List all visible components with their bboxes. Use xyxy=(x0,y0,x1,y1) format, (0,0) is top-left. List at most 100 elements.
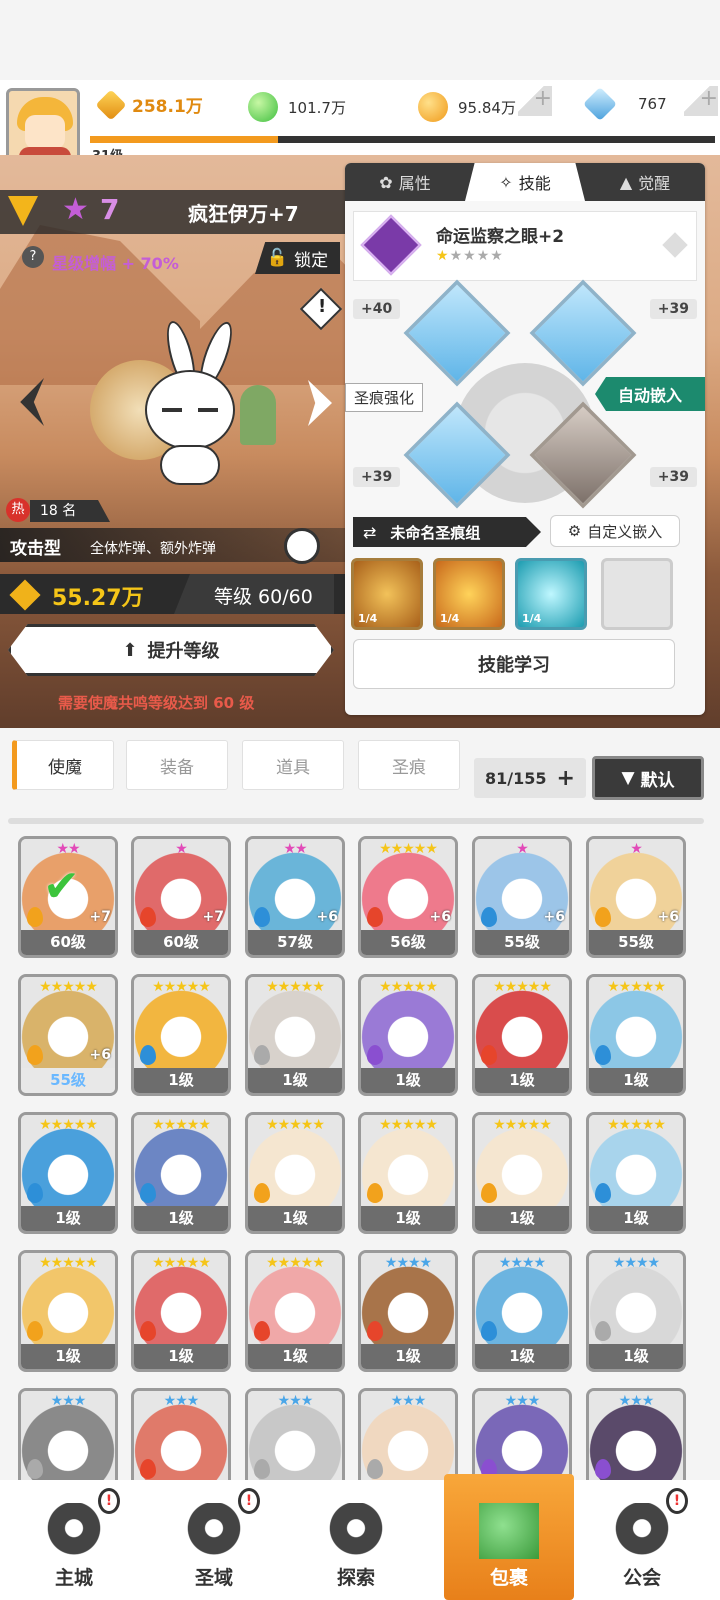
portal-icon xyxy=(184,1503,244,1559)
familiar-card[interactable]: ★★★★★ 1级 xyxy=(472,974,572,1096)
familiar-card[interactable]: ★★ +6 57级 xyxy=(245,836,345,958)
gem-value: 767 xyxy=(638,95,667,113)
nav-label: 公会 xyxy=(622,1567,661,1589)
familiar-card[interactable]: ★★★★★ 1级 xyxy=(131,974,231,1096)
familiar-card[interactable]: ★★★★★ 1级 xyxy=(245,1112,345,1234)
gear-icon: ⚙ xyxy=(567,522,582,540)
tab-awaken[interactable]: ▲ 觉醒 xyxy=(585,163,705,201)
familiar-card[interactable]: ★★★★★ 1级 xyxy=(358,974,458,1096)
familiar-card[interactable]: ★★★★ 1级 xyxy=(586,1250,686,1372)
familiar-card[interactable]: ★★★★★ 1级 xyxy=(586,1112,686,1234)
sort-down-icon: ▼ xyxy=(621,768,635,788)
bomb-skill-slot[interactable]: 1/4 xyxy=(351,558,423,630)
green-orb-value: 101.7万 xyxy=(288,98,346,117)
familiar-stars: ★★★★★ xyxy=(152,1117,211,1133)
upgrade-label: 提升等级 xyxy=(147,641,220,662)
familiar-stars: ★ xyxy=(630,841,643,857)
help-icon[interactable]: ? xyxy=(22,246,44,268)
swap-icon: ⇄ xyxy=(363,522,377,542)
skill-header[interactable]: 命运监察之眼+2 ★★★★★ xyxy=(353,211,697,281)
familiar-stars: ★★★★★ xyxy=(39,1117,98,1133)
nav-bag[interactable]: 包裹 xyxy=(449,1482,569,1600)
lock-button[interactable]: 🔓 锁定 xyxy=(255,242,340,274)
skill-panel: ✿ 属性 ✧ 技能 ▲ 觉醒 命运监察之眼+2 ★★★★★ +40 +39 +39 +… xyxy=(345,163,705,715)
refresh-icon[interactable] xyxy=(284,528,320,564)
familiar-card[interactable]: ★★★★★ 1级 xyxy=(472,1112,572,1234)
sort-label: 默认 xyxy=(640,770,675,791)
familiar-card[interactable]: ★★★★ 1级 xyxy=(358,1250,458,1372)
alert-badge: ! xyxy=(666,1488,688,1514)
element-icon xyxy=(367,1183,383,1203)
sort-button[interactable]: ▼ 默认 xyxy=(592,756,704,800)
familiar-card[interactable]: ★★★★★ 1级 xyxy=(358,1112,458,1234)
familiar-card[interactable]: ★★ +7 ✔ 60级 xyxy=(18,836,118,958)
familiar-level: 1级 xyxy=(248,1206,342,1231)
familiar-card[interactable]: ★★★★★ +6 56级 xyxy=(358,836,458,958)
element-icon xyxy=(27,1183,43,1203)
tab-awaken-label: 觉醒 xyxy=(638,174,671,193)
inventory-count[interactable]: 81/155 + xyxy=(474,758,586,798)
scroll-track[interactable] xyxy=(8,818,704,824)
tab-equipment[interactable]: 装备 xyxy=(126,740,228,790)
tab-items[interactable]: 道具 xyxy=(242,740,344,790)
hero-star-count: 7 xyxy=(100,193,120,226)
learn-skill-button[interactable]: 技能学习 xyxy=(353,639,675,689)
add-gem-button[interactable]: + xyxy=(684,86,718,116)
familiar-card[interactable]: ★★★★★ +6 55级 xyxy=(18,974,118,1096)
element-icon xyxy=(595,1183,611,1203)
familiar-plus: +6 xyxy=(316,909,338,925)
element-icon xyxy=(595,1045,611,1065)
hero-portrait xyxy=(90,318,290,490)
nav-explore[interactable]: 探索 xyxy=(296,1482,416,1600)
power-value: 258.1万 xyxy=(132,97,203,117)
element-icon xyxy=(481,1183,497,1203)
familiar-stars: ★ xyxy=(175,841,188,857)
familiar-card[interactable]: ★★★★★ 1级 xyxy=(131,1112,231,1234)
familiar-card[interactable]: ★★★★★ 1级 xyxy=(586,974,686,1096)
empty-skill-slot[interactable] xyxy=(601,558,673,630)
sword-icon xyxy=(326,1503,386,1559)
element-icon xyxy=(27,1045,43,1065)
familiar-stars: ★★★ xyxy=(50,1393,87,1409)
familiar-card[interactable]: ★★★★★ 1级 xyxy=(18,1250,118,1372)
tab-stigma[interactable]: 圣痕 xyxy=(358,740,460,790)
familiar-card[interactable]: ★★★★★ 1级 xyxy=(245,974,345,1096)
slot-count-1: 1/4 xyxy=(358,612,378,625)
lock-label: 锁定 xyxy=(294,250,329,271)
stigma-group-selector[interactable]: ⇄ 未命名圣痕组 xyxy=(353,517,541,547)
slot-count-3: 1/4 xyxy=(522,612,542,625)
enhance-stigma-button[interactable]: 圣痕强化 xyxy=(345,383,424,412)
familiar-card[interactable]: ★★★★★ 1级 xyxy=(18,1112,118,1234)
element-icon xyxy=(595,907,611,927)
familiar-card[interactable]: ★★★★ 1级 xyxy=(472,1250,572,1372)
familiar-stars: ★★★ xyxy=(504,1393,541,1409)
nav-label: 探索 xyxy=(336,1567,375,1589)
add-gold-button[interactable]: + xyxy=(518,86,552,116)
familiar-stars: ★★★★ xyxy=(384,1255,432,1271)
player-avatar[interactable] xyxy=(6,88,80,162)
familiar-card[interactable]: ★ +6 55级 xyxy=(472,836,572,958)
element-icon xyxy=(595,1459,611,1479)
timer-skill-slot[interactable]: 1/4 xyxy=(433,558,505,630)
element-icon xyxy=(481,1321,497,1341)
tab-familiars[interactable]: 使魔 xyxy=(12,740,114,790)
element-icon xyxy=(367,1459,383,1479)
gold-resource: 95.84万 xyxy=(418,92,516,122)
familiar-stars: ★★★★★ xyxy=(152,979,211,995)
element-icon xyxy=(27,907,43,927)
familiar-level: 60级 xyxy=(21,930,115,955)
custom-embed-button[interactable]: ⚙ 自定义嵌入 xyxy=(550,515,680,547)
familiar-card[interactable]: ★ +7 60级 xyxy=(131,836,231,958)
tab-skills[interactable]: ✧ 技能 xyxy=(465,163,585,201)
ice-skill-slot[interactable]: 1/4 xyxy=(515,558,587,630)
upgrade-level-button[interactable]: ⬆ 提升等级 xyxy=(8,624,334,676)
tab-attributes[interactable]: ✿ 属性 xyxy=(345,163,465,201)
familiar-plus: +6 xyxy=(657,909,679,925)
familiar-card[interactable]: ★★★★★ 1级 xyxy=(245,1250,345,1372)
familiar-card[interactable]: ★★★★★ 1级 xyxy=(131,1250,231,1372)
skill-name: 命运监察之眼+2 xyxy=(436,227,565,247)
bag-icon xyxy=(479,1503,539,1559)
auto-embed-button[interactable]: 自动嵌入 xyxy=(595,377,705,411)
skill-stars: ★★★★★ xyxy=(436,248,504,264)
familiar-card[interactable]: ★ +6 55级 xyxy=(586,836,686,958)
